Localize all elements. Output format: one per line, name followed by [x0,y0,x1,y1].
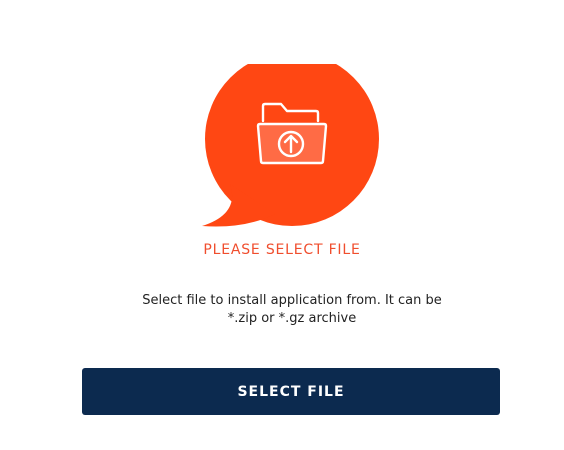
upload-title: PLEASE SELECT FILE [203,242,361,258]
speech-bubble-icon [202,64,379,227]
upload-panel: PLEASE SELECT FILE Select file to instal… [0,0,564,450]
upload-description: Select file to install application from.… [142,293,442,326]
speech-bubble-graphic [200,64,384,228]
select-file-button[interactable]: SELECT FILE [82,368,500,415]
